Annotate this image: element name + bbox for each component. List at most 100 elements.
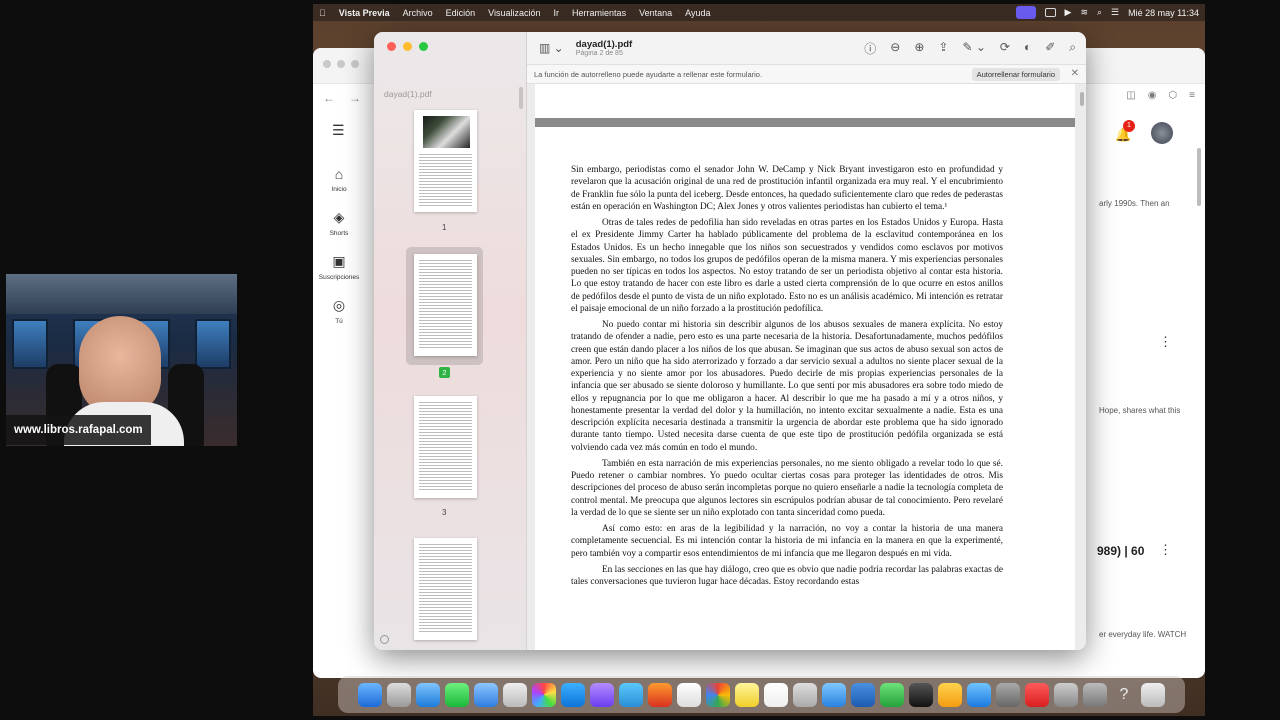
close-button[interactable] <box>387 42 396 51</box>
zoom-button[interactable] <box>419 42 428 51</box>
paragraph: Otras de tales redes de pedofilia han si… <box>571 218 1003 314</box>
dock: ? <box>338 676 1185 713</box>
word-icon[interactable] <box>851 682 875 707</box>
document-scrollbar[interactable] <box>1080 92 1084 106</box>
firefox-icon[interactable] <box>648 682 672 707</box>
sidebar-item-shorts[interactable]: ◈ Shorts <box>313 209 365 237</box>
share-icon[interactable]: ⇪ <box>938 40 948 57</box>
sidebar-item-tu[interactable]: ◎ Tú <box>313 297 365 325</box>
safari-icon[interactable] <box>416 682 440 707</box>
apple-icon[interactable]:  <box>319 8 326 18</box>
zoom-in-icon[interactable]: ⊕ <box>914 40 924 57</box>
screen-record-icon[interactable] <box>1015 6 1036 19</box>
document-pane: ▥ ⌄ dayad(1).pdf Página 2 de 85 ⓘ ⊖ ⊕ ⇪ … <box>527 32 1086 650</box>
more-options-icon[interactable]: ⋮ <box>1159 542 1172 558</box>
annotate-icon[interactable]: ✐ <box>1045 40 1055 57</box>
menu-app-name[interactable]: Vista Previa <box>339 8 390 18</box>
video-title-snippet[interactable]: 989) | 60 <box>1097 544 1144 558</box>
play-icon[interactable]: ▶ <box>1065 7 1072 18</box>
battery-icon[interactable] <box>1044 8 1056 17</box>
menu-ayuda[interactable]: Ayuda <box>685 8 710 18</box>
search-icon[interactable]: ⌕ <box>1069 40 1076 57</box>
sidebar-scrollbar[interactable] <box>519 87 523 109</box>
status-area: ▶ ≋ ⌕ ☰ Mié 28 may 11:34 <box>1015 6 1199 19</box>
wifi-icon[interactable]: ≋ <box>1080 7 1088 18</box>
system-settings-icon[interactable] <box>996 682 1020 707</box>
menu-ir[interactable]: Ir <box>554 8 560 18</box>
sidebar-item-inicio[interactable]: ⌂ Inicio <box>313 166 365 193</box>
subscriptions-icon: ▣ <box>332 253 346 269</box>
quicktime-icon[interactable] <box>1054 682 1078 707</box>
notes-icon[interactable] <box>735 682 759 707</box>
more-options-icon[interactable]: ⋮ <box>1159 334 1172 350</box>
finder-icon[interactable] <box>358 682 382 707</box>
menu-visualizacion[interactable]: Visualización <box>488 8 540 18</box>
markup-pen-icon[interactable]: ✎ ⌄ <box>962 40 985 57</box>
highlight-icon[interactable]: ◐ <box>1024 40 1031 57</box>
clock[interactable]: Mié 28 may 11:34 <box>1128 8 1199 18</box>
page-thumbnail-1[interactable] <box>414 110 477 212</box>
add-page-icon[interactable] <box>380 635 389 644</box>
textedit-icon[interactable] <box>793 682 817 707</box>
imovie-icon[interactable] <box>590 682 614 707</box>
sidebar-item-suscripciones[interactable]: ▣ Suscripciones <box>313 253 365 281</box>
help-icon[interactable]: ? <box>1112 683 1136 707</box>
anydesk-icon[interactable] <box>1025 682 1049 707</box>
extensions-icon[interactable]: ⬡ <box>1168 90 1177 101</box>
pages-icon[interactable] <box>938 682 962 707</box>
zoom-out-icon[interactable]: ⊖ <box>890 40 900 57</box>
forward-icon[interactable]: → <box>349 91 361 105</box>
page-thumbnail-4[interactable] <box>414 538 477 640</box>
browser-toolbar-icons: ◫ ◉ ⬡ ≡ <box>1126 90 1195 101</box>
studio-ceiling <box>6 274 237 314</box>
minimize-button[interactable] <box>403 42 412 51</box>
page-number-1: 1 <box>442 223 447 232</box>
pocket-icon[interactable]: ◫ <box>1126 90 1135 101</box>
mail-icon[interactable] <box>474 682 498 707</box>
preview-dock-icon[interactable] <box>1083 682 1107 707</box>
hamburger-icon[interactable]: ☰ <box>332 122 345 139</box>
account-icon[interactable]: ◉ <box>1148 90 1157 101</box>
page-number-3: 3 <box>442 508 447 517</box>
pdf-viewport[interactable]: Sin embargo, periodistas como el senador… <box>527 84 1086 650</box>
cover-image <box>423 116 470 148</box>
page-scrollbar[interactable] <box>1197 148 1201 206</box>
control-center-icon[interactable]: ☰ <box>1111 7 1119 18</box>
sidebar-title: dayad(1).pdf <box>384 89 432 99</box>
paragraph: Sin embargo, periodistas como el senador… <box>571 165 1003 212</box>
messages-icon[interactable] <box>445 682 469 707</box>
page-thumbnail-2[interactable] <box>414 254 477 356</box>
telegram-icon[interactable] <box>619 682 643 707</box>
reminders-icon[interactable] <box>677 682 701 707</box>
menu-ventana[interactable]: Ventana <box>639 8 672 18</box>
trash-icon[interactable] <box>1141 682 1165 707</box>
keynote-icon[interactable] <box>822 682 846 707</box>
skype-icon[interactable] <box>561 682 585 707</box>
close-icon[interactable]: ✕ <box>1071 68 1079 79</box>
menu-herramientas[interactable]: Herramientas <box>572 8 626 18</box>
freeform-icon[interactable] <box>764 682 788 707</box>
contacts-icon[interactable] <box>503 682 527 707</box>
autofill-button[interactable]: Autorrellenar formulario <box>971 68 1060 81</box>
browser-menu-icon[interactable]: ≡ <box>1189 90 1195 101</box>
shorts-icon: ◈ <box>333 209 345 225</box>
page-thumbnail-3[interactable] <box>414 396 477 498</box>
camera-icon[interactable] <box>909 682 933 707</box>
menu-archivo[interactable]: Archivo <box>403 8 433 18</box>
photos-icon[interactable] <box>532 682 556 707</box>
menu-edicion[interactable]: Edición <box>446 8 476 18</box>
page-header-band <box>535 118 1075 127</box>
info-icon[interactable]: ⓘ <box>864 40 876 57</box>
chrome-icon[interactable] <box>706 682 730 707</box>
avatar[interactable] <box>1151 122 1173 144</box>
numbers-icon[interactable] <box>880 682 904 707</box>
back-icon[interactable]: ← <box>323 91 335 105</box>
toolbar-actions: ⓘ ⊖ ⊕ ⇪ ✎ ⌄ ⟳ ◐ ✐ ⌕ <box>864 40 1076 57</box>
app-store-icon[interactable] <box>967 682 991 707</box>
sidebar-toggle-icon[interactable]: ▥ ⌄ <box>539 41 564 55</box>
window-controls <box>387 42 428 51</box>
launchpad-icon[interactable] <box>387 682 411 707</box>
rotate-icon[interactable]: ⟳ <box>1000 40 1010 57</box>
spotlight-icon[interactable]: ⌕ <box>1097 7 1102 18</box>
preview-toolbar: ▥ ⌄ dayad(1).pdf Página 2 de 85 ⓘ ⊖ ⊕ ⇪ … <box>527 32 1086 64</box>
